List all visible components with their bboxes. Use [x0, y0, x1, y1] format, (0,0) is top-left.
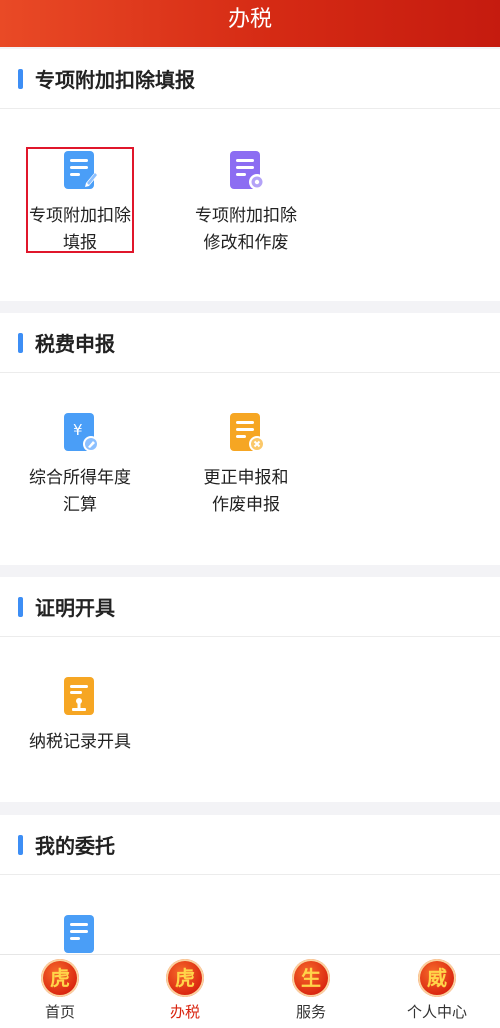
section-my-delegation: 我的委托	[0, 815, 500, 955]
top-bar: 办税	[0, 0, 500, 47]
tiger-badge-icon: 虎	[166, 959, 204, 997]
wei-badge-icon: 威	[418, 959, 456, 997]
page-title: 办税	[227, 7, 272, 32]
section-special-deduction: 专项附加扣除填报 专项附加扣除 填报 专项附加扣除 修改和作废	[0, 49, 500, 301]
section-header: 税费申报	[0, 313, 500, 373]
section-accent-bar	[18, 596, 23, 617]
tile-correction-declaration[interactable]: 更正申报和 作废申报	[176, 411, 316, 519]
tile-label: 综合所得年度 汇算	[29, 468, 131, 515]
tab-label: 办税	[169, 1003, 200, 1021]
yuan-document-icon: ¥	[60, 411, 100, 455]
tile-label: 纳税记录开具	[29, 732, 131, 752]
tab-service[interactable]: 生 服务	[256, 959, 366, 1022]
document-settings-icon	[226, 149, 266, 193]
section-title: 我的委托	[35, 834, 115, 858]
section-certificate: 证明开具 纳税记录开具	[0, 577, 500, 802]
tab-tax[interactable]: 虎 办税	[130, 959, 240, 1022]
tile-label: 专项附加扣除 修改和作废	[195, 206, 297, 253]
section-title: 专项附加扣除填报	[35, 68, 195, 92]
tab-profile[interactable]: 威 个人中心	[382, 959, 492, 1022]
section-accent-bar	[18, 332, 23, 353]
tab-label: 服务	[295, 1003, 326, 1021]
section-header: 专项附加扣除填报	[0, 49, 500, 109]
tab-label: 首页	[44, 1003, 75, 1021]
certificate-stamp-icon	[60, 675, 100, 719]
section-header: 我的委托	[0, 815, 500, 875]
bottom-tab-bar: 虎 首页 虎 办税 生 服务 威 个人中心	[0, 954, 500, 1028]
section-accent-bar	[18, 68, 23, 89]
tile-annual-settlement[interactable]: ¥ 综合所得年度 汇算	[10, 411, 150, 519]
section-accent-bar	[18, 834, 23, 855]
document-icon	[60, 913, 100, 957]
section-header: 证明开具	[0, 577, 500, 637]
tab-label: 个人中心	[406, 1003, 467, 1021]
svg-text:¥: ¥	[73, 421, 83, 439]
section-title: 证明开具	[35, 596, 115, 620]
tab-home[interactable]: 虎 首页	[5, 959, 115, 1022]
selection-highlight	[26, 147, 134, 253]
tiger-badge-icon: 虎	[41, 959, 79, 997]
sheng-badge-icon: 生	[292, 959, 330, 997]
tile-label: 更正申报和 作废申报	[203, 468, 289, 515]
document-cancel-icon	[226, 411, 266, 455]
section-tax-declaration: 税费申报 ¥ 综合所得年度 汇算 更正申报和 作废申报	[0, 313, 500, 565]
section-title: 税费申报	[35, 332, 115, 356]
tile-tax-record[interactable]: 纳税记录开具	[10, 675, 150, 756]
tile-special-deduction-modify[interactable]: 专项附加扣除 修改和作废	[176, 149, 316, 257]
